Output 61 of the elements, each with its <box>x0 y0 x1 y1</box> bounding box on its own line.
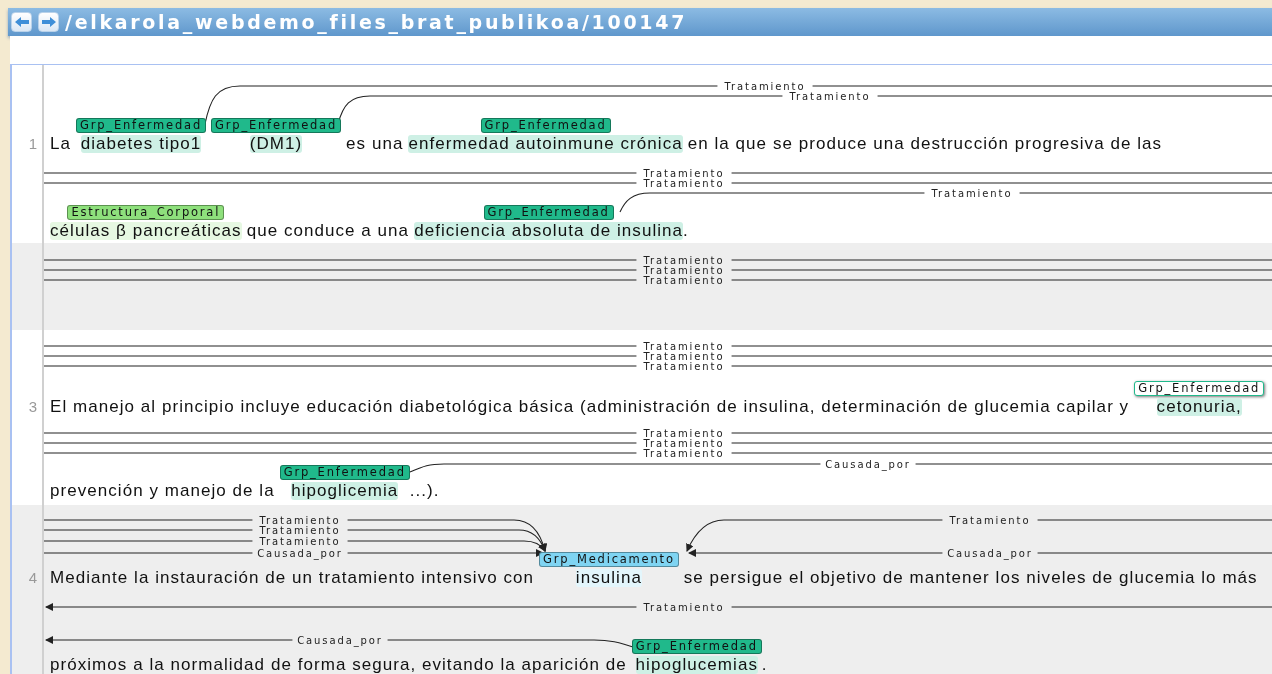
sentence-text: en la que se produce una destrucción progresiva de las <box>687 135 1163 153</box>
relation-label[interactable]: Tratamiento <box>643 601 725 613</box>
sentence-text: El manejo al principio incluye educación diabetológica básica (administración de insulina, determinación de glucemia capilar y <box>50 398 1130 416</box>
back-button[interactable] <box>11 12 32 32</box>
sentence-text: . <box>683 222 689 240</box>
annotation-label[interactable]: Grp_Enfermedad <box>1134 381 1265 396</box>
relation-label[interactable]: Tratamiento <box>724 80 806 92</box>
annotation-label[interactable]: Grp_Medicamento <box>539 552 679 567</box>
line-number: 1 <box>28 135 37 153</box>
relation-label[interactable]: Tratamiento <box>643 177 725 189</box>
relation-label[interactable]: Causada_por <box>825 458 911 470</box>
annotated-text[interactable]: diabetes tipo1 <box>80 135 202 153</box>
annotated-text[interactable]: insulina <box>575 569 642 587</box>
relation-label[interactable]: Tratamiento <box>643 427 725 439</box>
relation-label[interactable]: Tratamiento <box>643 350 725 362</box>
annotated-text[interactable]: enfermedad autoinmune crónica <box>408 135 683 153</box>
relation-label[interactable]: Tratamiento <box>643 254 725 266</box>
document-path: /elkarola_webdemo_files_brat_publikoa/100147 <box>65 11 688 33</box>
annotated-text[interactable]: deficiencia absoluta de insulina <box>414 222 684 240</box>
line-number: 3 <box>28 398 37 416</box>
relation-label[interactable]: Tratamiento <box>643 437 725 449</box>
annotation-label[interactable]: Grp_Enfermedad <box>483 205 614 220</box>
relation-label[interactable]: Tratamiento <box>259 514 341 526</box>
sentence-text: . <box>761 656 768 674</box>
relation-label[interactable]: Causada_por <box>297 634 383 646</box>
annotated-text[interactable]: cetonuria, <box>1156 398 1242 416</box>
annotation-label[interactable]: Grp_Enfermedad <box>279 465 410 480</box>
sentence-text: es una <box>346 135 404 153</box>
annotation-label[interactable]: Estructura_Corporal <box>67 205 225 220</box>
relation-label[interactable]: Tratamiento <box>643 360 725 372</box>
sentence-text: que conduce a una <box>246 222 410 240</box>
relation-label[interactable]: Tratamiento <box>259 535 341 547</box>
sentence-text: ...). <box>409 482 440 500</box>
sentence-text: La <box>50 135 71 153</box>
relation-label[interactable]: Tratamiento <box>643 447 725 459</box>
line-number: 4 <box>28 569 37 587</box>
annotated-text[interactable]: células β pancreáticas <box>50 222 242 240</box>
relation-label[interactable]: Tratamiento <box>643 340 725 352</box>
relation-label[interactable]: Tratamiento <box>643 264 725 276</box>
relation-label[interactable]: Causada_por <box>257 547 343 559</box>
annotation-label[interactable]: Grp_Enfermedad <box>480 118 611 133</box>
annotation-label[interactable]: Grp_Enfermedad <box>76 118 207 133</box>
forward-button[interactable] <box>38 12 59 32</box>
annotated-text[interactable]: hipoglucemias <box>635 656 758 674</box>
sentence-text: se persigue el objetivo de mantener los niveles de glucemia lo más <box>683 569 1258 587</box>
annotated-text[interactable]: hipoglicemia <box>291 482 399 500</box>
relation-label[interactable]: Tratamiento <box>789 90 871 102</box>
relation-label[interactable]: Causada_por <box>947 547 1033 559</box>
annotation-label[interactable]: Grp_Enfermedad <box>211 118 342 133</box>
sentence-text: próximos a la normalidad de forma segura, evitando la aparición de <box>50 656 627 674</box>
relation-label[interactable]: Tratamiento <box>259 524 341 536</box>
relation-label[interactable]: Tratamiento <box>931 187 1013 199</box>
relation-label[interactable]: Tratamiento <box>643 167 725 179</box>
annotated-text[interactable]: (DM1) <box>249 135 303 153</box>
sentence-text: prevención y manejo de la <box>50 482 275 500</box>
annotation-label[interactable]: Grp_Enfermedad <box>631 639 762 654</box>
relation-label[interactable]: Tratamiento <box>643 274 725 286</box>
forward-arrow-icon <box>40 16 57 28</box>
relation-label[interactable]: Tratamiento <box>949 514 1031 526</box>
back-arrow-icon <box>13 16 30 28</box>
sentence-text: Mediante la instauración de un tratamiento intensivo con <box>50 569 535 587</box>
